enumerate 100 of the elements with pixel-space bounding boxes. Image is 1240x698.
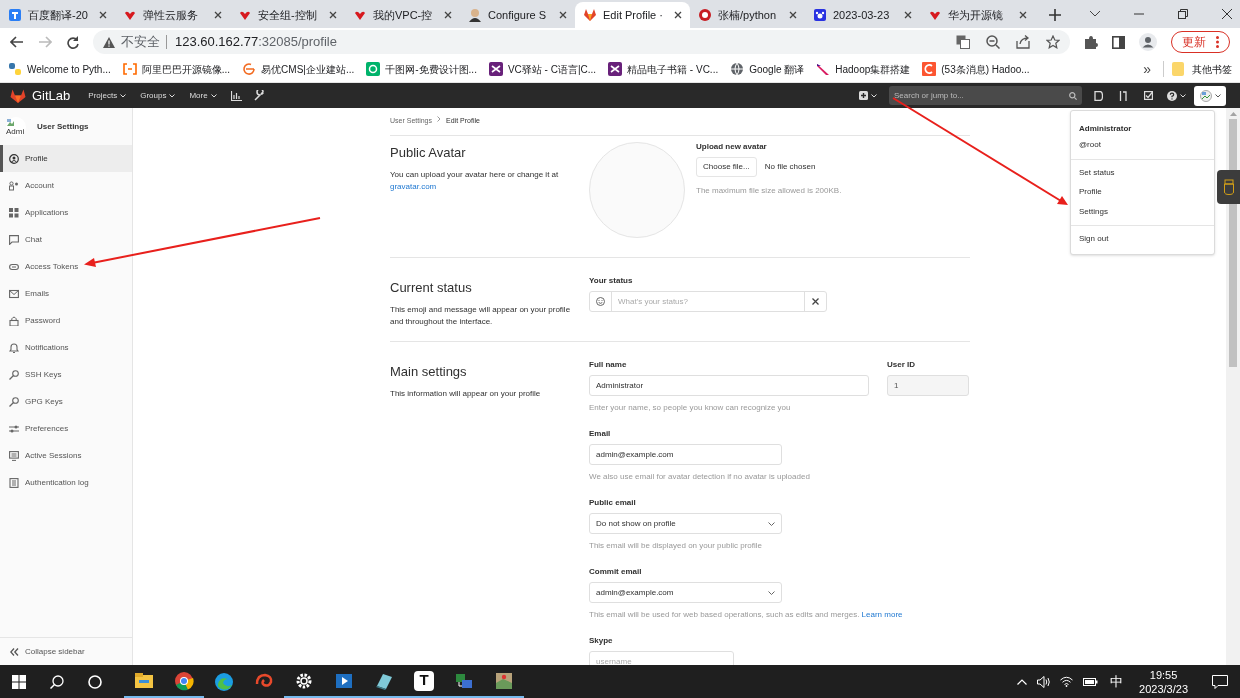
menu-item[interactable]: Settings	[1071, 202, 1214, 222]
share-icon[interactable]	[1016, 35, 1030, 49]
bookmark[interactable]: Hadoop集群搭建	[816, 61, 911, 77]
chrome-icon[interactable]	[174, 670, 194, 691]
menu-item[interactable]: Sign out	[1071, 227, 1214, 250]
side-panel-icon[interactable]	[1112, 35, 1125, 49]
folder-icon	[1172, 62, 1184, 76]
chevron-down-icon[interactable]	[1090, 11, 1100, 17]
browser-tab[interactable]: 华为开源镜	[920, 2, 1035, 28]
translate-icon[interactable]	[956, 35, 970, 49]
bookmark[interactable]: Welcome to Pyth...	[8, 61, 111, 77]
sidebar-item[interactable]: Notifications	[0, 334, 132, 361]
nav-menu-button[interactable]: Groups	[140, 89, 176, 102]
sidebar-item[interactable]: Active Sessions	[0, 442, 132, 469]
dropdown[interactable]: Do not show on profile	[589, 513, 782, 534]
circle-icon[interactable]	[88, 674, 102, 689]
browser-tab[interactable]: 安全组-控制	[230, 2, 345, 28]
star-icon[interactable]	[1046, 35, 1060, 49]
close-icon[interactable]	[674, 11, 682, 19]
input-method-indicator[interactable]: 中	[1110, 671, 1124, 692]
sidebar-item[interactable]: SSH Keys	[0, 361, 132, 388]
browser-tab[interactable]: 我的VPC-控	[345, 2, 460, 28]
bookmark[interactable]: 千图网-免费设计图...	[366, 61, 477, 77]
sidebar-item[interactable]: Account	[0, 172, 132, 199]
input-field[interactable]: admin@example.com	[589, 444, 782, 465]
close-icon[interactable]	[789, 11, 797, 19]
menu-item[interactable]: Set status	[1071, 163, 1214, 183]
bookmark[interactable]: 阿里巴巴开源镜像...	[122, 61, 231, 77]
puzzle-icon[interactable]	[1084, 35, 1098, 49]
link[interactable]: Learn more	[861, 610, 903, 619]
merge-request-icon[interactable]	[1119, 90, 1128, 101]
bookmark[interactable]: (53条消息) Hadoo...	[922, 61, 1030, 77]
chart-icon[interactable]	[230, 90, 242, 101]
sidebar-item[interactable]: Preferences	[0, 415, 132, 442]
close-icon[interactable]	[329, 11, 337, 19]
address-bar[interactable]: 不安全 123.60.162.77:32085/profile	[93, 30, 1070, 54]
close-icon[interactable]	[1222, 9, 1232, 19]
close-icon[interactable]	[559, 11, 567, 19]
chevron-up-icon[interactable]	[1017, 678, 1028, 685]
sidebar-item[interactable]: Profile	[0, 145, 132, 172]
sidebar-item[interactable]: Access Tokens	[0, 253, 132, 280]
app-icon[interactable]: T	[414, 670, 434, 691]
close-icon[interactable]	[904, 11, 912, 19]
new-tab-icon[interactable]	[1049, 9, 1061, 21]
todo-icon[interactable]	[1144, 91, 1153, 100]
link[interactable]: gravatar.com	[390, 181, 437, 191]
search-icon[interactable]	[50, 674, 64, 689]
fox-icon	[583, 8, 597, 22]
sidebar-item[interactable]: Applications	[0, 199, 132, 226]
sidebar-item[interactable]: Password	[0, 307, 132, 334]
user-name: Administrator	[1079, 123, 1133, 135]
browser-tab[interactable]: 2023-03-23	[805, 2, 920, 28]
sidebar-item[interactable]: Authentication log	[0, 469, 132, 496]
bookmark-folder[interactable]: 其他书签	[1172, 61, 1232, 77]
back-icon[interactable]	[10, 36, 24, 48]
sidebar-item[interactable]: Chat	[0, 226, 132, 253]
edge-icon[interactable]	[214, 671, 234, 692]
close-icon[interactable]	[1019, 11, 1027, 19]
chevron-right-icon	[437, 116, 442, 122]
bookmark[interactable]: Google 翻译	[730, 61, 805, 77]
nav-menu-button[interactable]: Projects	[88, 89, 127, 102]
scrollbar[interactable]	[1226, 108, 1240, 665]
user-avatar-button[interactable]	[1194, 85, 1226, 106]
clock[interactable]: 19:55 2023/3/23	[1139, 667, 1188, 696]
notification-icon[interactable]	[1212, 674, 1228, 689]
zoom-out-icon[interactable]	[986, 35, 1000, 49]
more-bookmarks-button[interactable]: »	[1143, 58, 1151, 80]
browser-tab[interactable]: Edit Profile ·	[575, 2, 690, 28]
battery-icon[interactable]	[1083, 677, 1099, 686]
issue-icon[interactable]	[1094, 90, 1103, 101]
speaker-icon[interactable]	[1037, 675, 1051, 688]
restore-icon[interactable]	[1178, 9, 1188, 19]
bookmark[interactable]: 精品电子书籍 - VC...	[608, 61, 719, 77]
reload-icon[interactable]	[66, 35, 79, 49]
folder-icon[interactable]	[134, 670, 154, 691]
map-icon[interactable]	[494, 670, 514, 691]
browser-tab[interactable]: Configure S	[460, 2, 575, 28]
profile-icon[interactable]	[1139, 33, 1157, 51]
close-icon[interactable]	[214, 11, 222, 19]
bookmark[interactable]: 易优CMS|企业建站...	[242, 61, 355, 77]
nav-menu-button[interactable]: More	[189, 89, 217, 102]
menu-item[interactable]: Profile	[1071, 182, 1214, 202]
choose-file-button[interactable]: Choose file...	[696, 157, 757, 177]
sidebar-item[interactable]: GPG Keys	[0, 388, 132, 415]
close-icon[interactable]	[99, 11, 107, 19]
gitlab-logo[interactable]: GitLab	[10, 85, 71, 106]
browser-tab[interactable]: 百度翻译-20	[0, 2, 115, 28]
wifi-icon[interactable]	[1060, 676, 1074, 687]
browser-tab[interactable]: 张楠/python	[690, 2, 805, 28]
input-field[interactable]: Administrator	[589, 375, 869, 396]
new-item-button[interactable]	[859, 91, 877, 100]
close-icon[interactable]	[444, 11, 452, 19]
bookmark[interactable]: VC驿站 - C语言|C...	[488, 61, 597, 77]
dropdown[interactable]: admin@example.com	[589, 582, 782, 603]
windows-icon[interactable]	[12, 674, 26, 689]
search-field[interactable]: Search or jump to...	[889, 86, 1082, 105]
floating-widget[interactable]	[1217, 170, 1240, 204]
help-button[interactable]	[1167, 90, 1186, 101]
sidebar-item[interactable]: Emails	[0, 280, 132, 307]
browser-tab[interactable]: 弹性云服务	[115, 2, 230, 28]
